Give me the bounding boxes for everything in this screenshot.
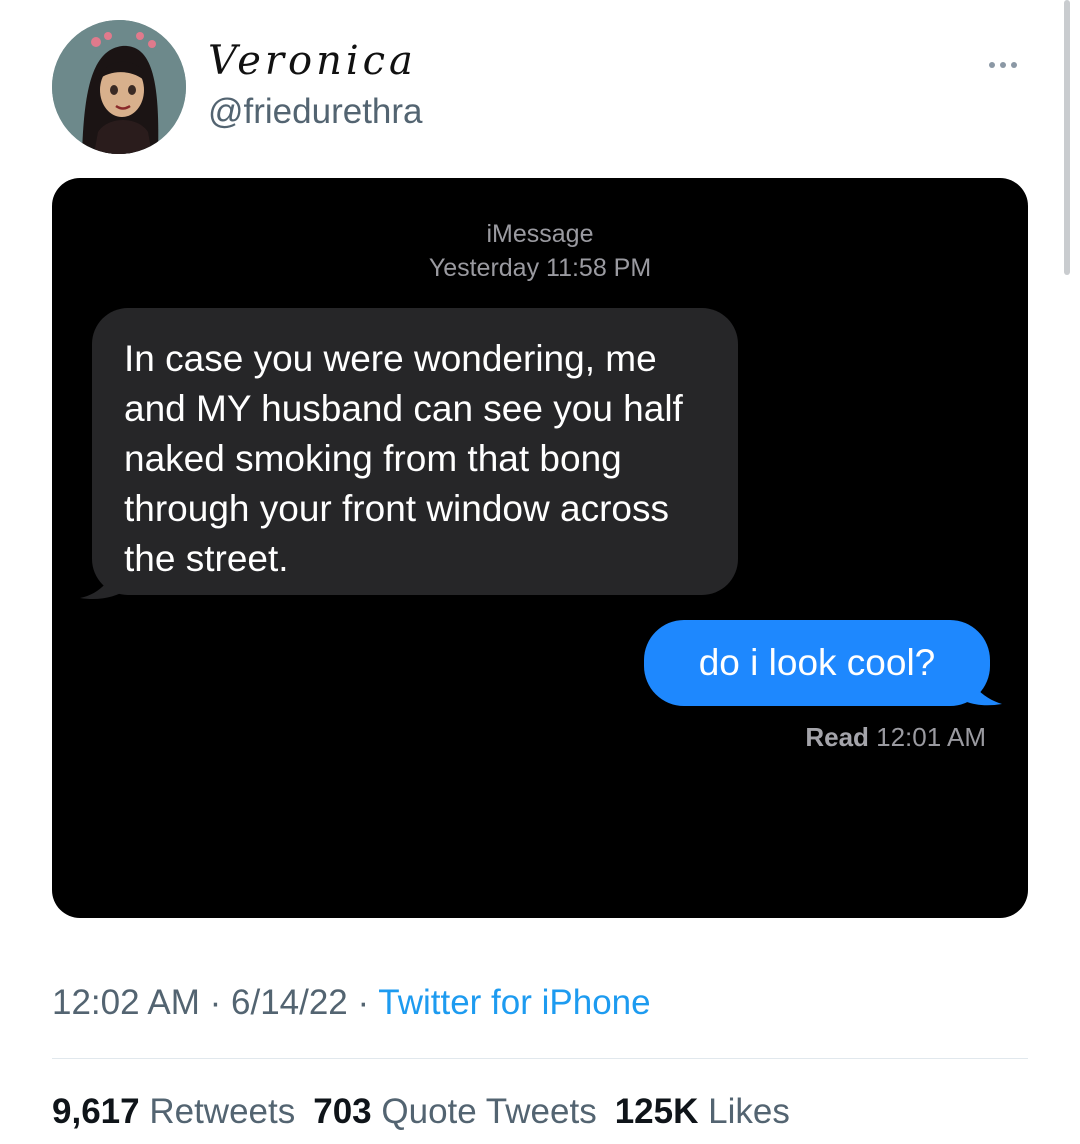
display-name[interactable]: Veronica: [208, 38, 417, 84]
likes-count: 125K: [614, 1092, 699, 1131]
avatar-image: [52, 20, 186, 154]
retweets-stat[interactable]: 9,617 Retweets: [52, 1092, 295, 1131]
divider: [52, 1058, 1028, 1059]
more-dot: [1011, 62, 1017, 68]
more-dot: [1000, 62, 1006, 68]
more-icon[interactable]: [978, 50, 1028, 80]
scrollbar[interactable]: [1064, 0, 1070, 275]
tweet-source-link[interactable]: Twitter for iPhone: [378, 983, 650, 1022]
tweet-image-imessage-screenshot[interactable]: iMessage Yesterday 11:58 PM In case you …: [52, 178, 1028, 918]
quote-tweets-label: Quote Tweets: [381, 1092, 597, 1131]
read-time: 12:01 AM: [876, 722, 986, 752]
read-receipt: Read 12:01 AM: [805, 722, 986, 753]
likes-label: Likes: [708, 1092, 790, 1131]
meta-separator: ·: [199, 983, 231, 1022]
tweet-stats: 9,617 Retweets 703 Quote Tweets 125K Likes: [52, 1092, 808, 1132]
tweet-date[interactable]: 6/14/22: [231, 983, 348, 1022]
meta-separator: ·: [347, 983, 379, 1022]
imessage-service-label: iMessage: [486, 220, 594, 248]
likes-stat[interactable]: 125K Likes: [615, 1092, 790, 1131]
more-dot: [989, 62, 995, 68]
user-handle[interactable]: @friedurethra: [208, 92, 423, 132]
retweets-count: 9,617: [52, 1092, 140, 1131]
tweet-metadata: 12:02 AM · 6/14/22 · Twitter for iPhone: [52, 983, 651, 1023]
imessage-timestamp: Yesterday 11:58 PM: [428, 254, 652, 282]
avatar[interactable]: [52, 20, 186, 154]
quote-tweets-count: 703: [313, 1092, 372, 1131]
incoming-message-bubble: In case you were wondering, me and MY hu…: [92, 308, 738, 595]
retweets-label: Retweets: [149, 1092, 296, 1131]
tweet-time[interactable]: 12:02 AM: [52, 983, 200, 1022]
outgoing-message-bubble: do i look cool?: [644, 620, 990, 706]
read-label: Read: [805, 722, 869, 752]
quote-tweets-stat[interactable]: 703 Quote Tweets: [313, 1092, 596, 1131]
